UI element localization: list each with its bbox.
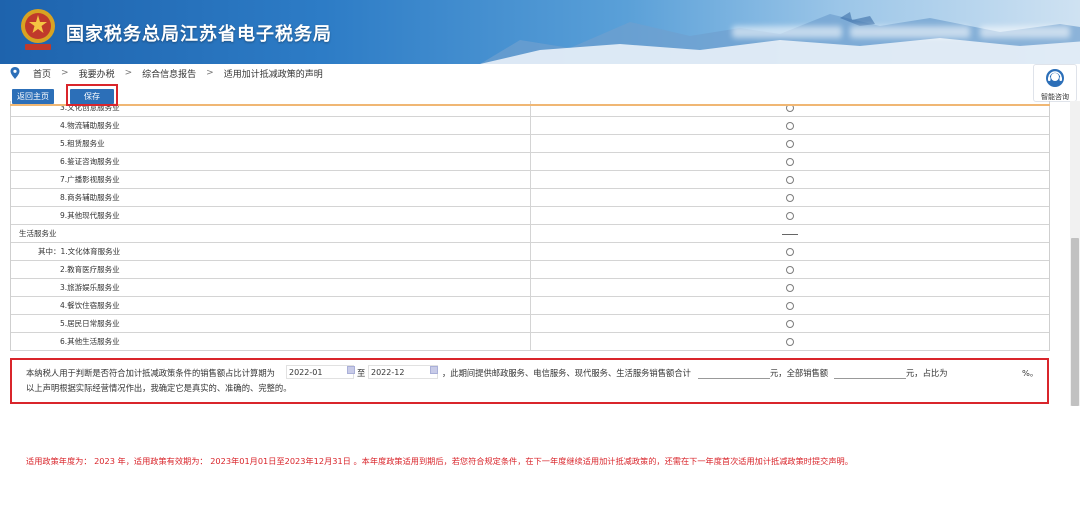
radio-button[interactable] (786, 284, 794, 292)
radio-button[interactable] (786, 338, 794, 346)
header-banner: 国家税务总局江苏省电子税务局 (0, 0, 1080, 64)
row-label: 生活服务业 (11, 225, 531, 243)
radio-button[interactable] (786, 194, 794, 202)
row-option-cell (531, 243, 1049, 261)
unit-yuan-2: 元，占比为 (906, 368, 948, 378)
breadcrumb: 首页 > 我要办税 > 综合信息报告 > 适用加计抵减政策的声明 (10, 66, 323, 80)
row-option-cell (531, 135, 1049, 153)
row-option-cell (531, 225, 1049, 243)
row-label: 9.其他现代服务业 (11, 207, 531, 225)
location-pin-icon (10, 67, 20, 79)
table-row: 6.其他生活服务业 (11, 333, 1049, 351)
period-to-text: 至 (357, 368, 366, 378)
row-label: 6.其他生活服务业 (11, 333, 531, 351)
row-option-cell (531, 189, 1049, 207)
table-top-rule (10, 104, 1050, 106)
table-row: 4.物流辅助服务业 (11, 117, 1049, 135)
row-option-cell (531, 315, 1049, 333)
scrollbar-thumb[interactable] (1071, 238, 1079, 406)
row-label: 7.广播影视服务业 (11, 171, 531, 189)
row-option-cell (531, 297, 1049, 315)
row-label: 8.商务辅助服务业 (11, 189, 531, 207)
radio-button[interactable] (786, 122, 794, 130)
table-row: 7.广播影视服务业 (11, 171, 1049, 189)
table-row: 5.居民日常服务业 (11, 315, 1049, 333)
declaration-box: 本纳税人用于判断是否符合加计抵减政策条件的销售额占比计算期为 2022-01 至… (10, 358, 1049, 404)
row-option-cell (531, 171, 1049, 189)
row-label: 其中：1.文化体育服务业 (11, 243, 531, 261)
table-row: 2.教育医疗服务业 (11, 261, 1049, 279)
percent-sign: %。 (1022, 368, 1039, 378)
table-row: 3.旅游娱乐服务业 (11, 279, 1049, 297)
return-home-button[interactable]: 返回主页 (12, 89, 54, 104)
row-label: 5.居民日常服务业 (11, 315, 531, 333)
not-applicable-dash (782, 234, 798, 235)
row-option-cell (531, 279, 1049, 297)
site-title: 国家税务总局江苏省电子税务局 (66, 24, 332, 45)
headset-icon (1046, 69, 1064, 87)
row-label: 4.餐饮住宿服务业 (11, 297, 531, 315)
tax-emblem-logo (21, 9, 55, 50)
table-row: 8.商务辅助服务业 (11, 189, 1049, 207)
radio-button[interactable] (786, 266, 794, 274)
breadcrumb-home[interactable]: 首页 (33, 67, 51, 80)
smart-consult-widget[interactable]: 智能咨询 (1033, 64, 1077, 102)
blurred-user-info-2 (850, 26, 970, 38)
row-label: 6.鉴证咨询服务业 (11, 153, 531, 171)
radio-button[interactable] (786, 158, 794, 166)
radio-button[interactable] (786, 140, 794, 148)
policy-notice: 适用政策年度为： 2023 年，适用政策有效期为： 2023年01月01日至20… (26, 456, 853, 466)
radio-button[interactable] (786, 176, 794, 184)
breadcrumb-current: 适用加计抵减政策的声明 (223, 69, 323, 80)
blurred-user-info (732, 26, 842, 38)
period-start-input[interactable]: 2022-01 (286, 365, 354, 379)
row-label: 2.教育医疗服务业 (11, 261, 531, 279)
row-label: 4.物流辅助服务业 (11, 117, 531, 135)
row-option-cell (531, 261, 1049, 279)
table-row: 9.其他现代服务业 (11, 207, 1049, 225)
declaration-confirmation: 以上声明根据实际经营情况作出，我确定它是真实的、准确的、完整的。 (26, 383, 292, 393)
row-option-cell (531, 117, 1049, 135)
table-row: 生活服务业 (11, 225, 1049, 243)
table-row: 6.鉴证咨询服务业 (11, 153, 1049, 171)
table-row: 其中：1.文化体育服务业 (11, 243, 1049, 261)
row-option-cell (531, 207, 1049, 225)
service-type-table: 3.文化创意服务业 4.物流辅助服务业 5.租赁服务业 6.鉴证咨询服务业 7.广播影视… (10, 101, 1050, 351)
declaration-text-b: ，此期间提供邮政服务、电信服务、现代服务、生活服务销售额合计 (442, 368, 691, 378)
breadcrumb-tax[interactable]: 我要办税 (79, 67, 115, 80)
radio-button[interactable] (786, 320, 794, 328)
table-row: 4.餐饮住宿服务业 (11, 297, 1049, 315)
save-highlight-frame (66, 84, 118, 106)
row-option-cell (531, 153, 1049, 171)
service-sales-input[interactable] (698, 365, 770, 379)
row-label: 3.旅游娱乐服务业 (11, 279, 531, 297)
calendar-icon[interactable] (347, 366, 355, 374)
row-option-cell (531, 333, 1049, 351)
radio-button[interactable] (786, 212, 794, 220)
breadcrumb-report[interactable]: 综合信息报告 (142, 67, 196, 80)
radio-button[interactable] (786, 302, 794, 310)
calendar-icon-end[interactable] (430, 366, 438, 374)
declaration-text-a: 本纳税人用于判断是否符合加计抵减政策条件的销售额占比计算期为 (26, 368, 275, 378)
period-end-input[interactable]: 2022-12 (368, 365, 438, 379)
unit-yuan-1: 元，全部销售额 (770, 368, 829, 378)
table-row: 5.租赁服务业 (11, 135, 1049, 153)
blurred-user-info-3 (980, 26, 1070, 38)
row-label: 5.租赁服务业 (11, 135, 531, 153)
radio-button[interactable] (786, 248, 794, 256)
total-sales-input[interactable] (834, 365, 906, 379)
